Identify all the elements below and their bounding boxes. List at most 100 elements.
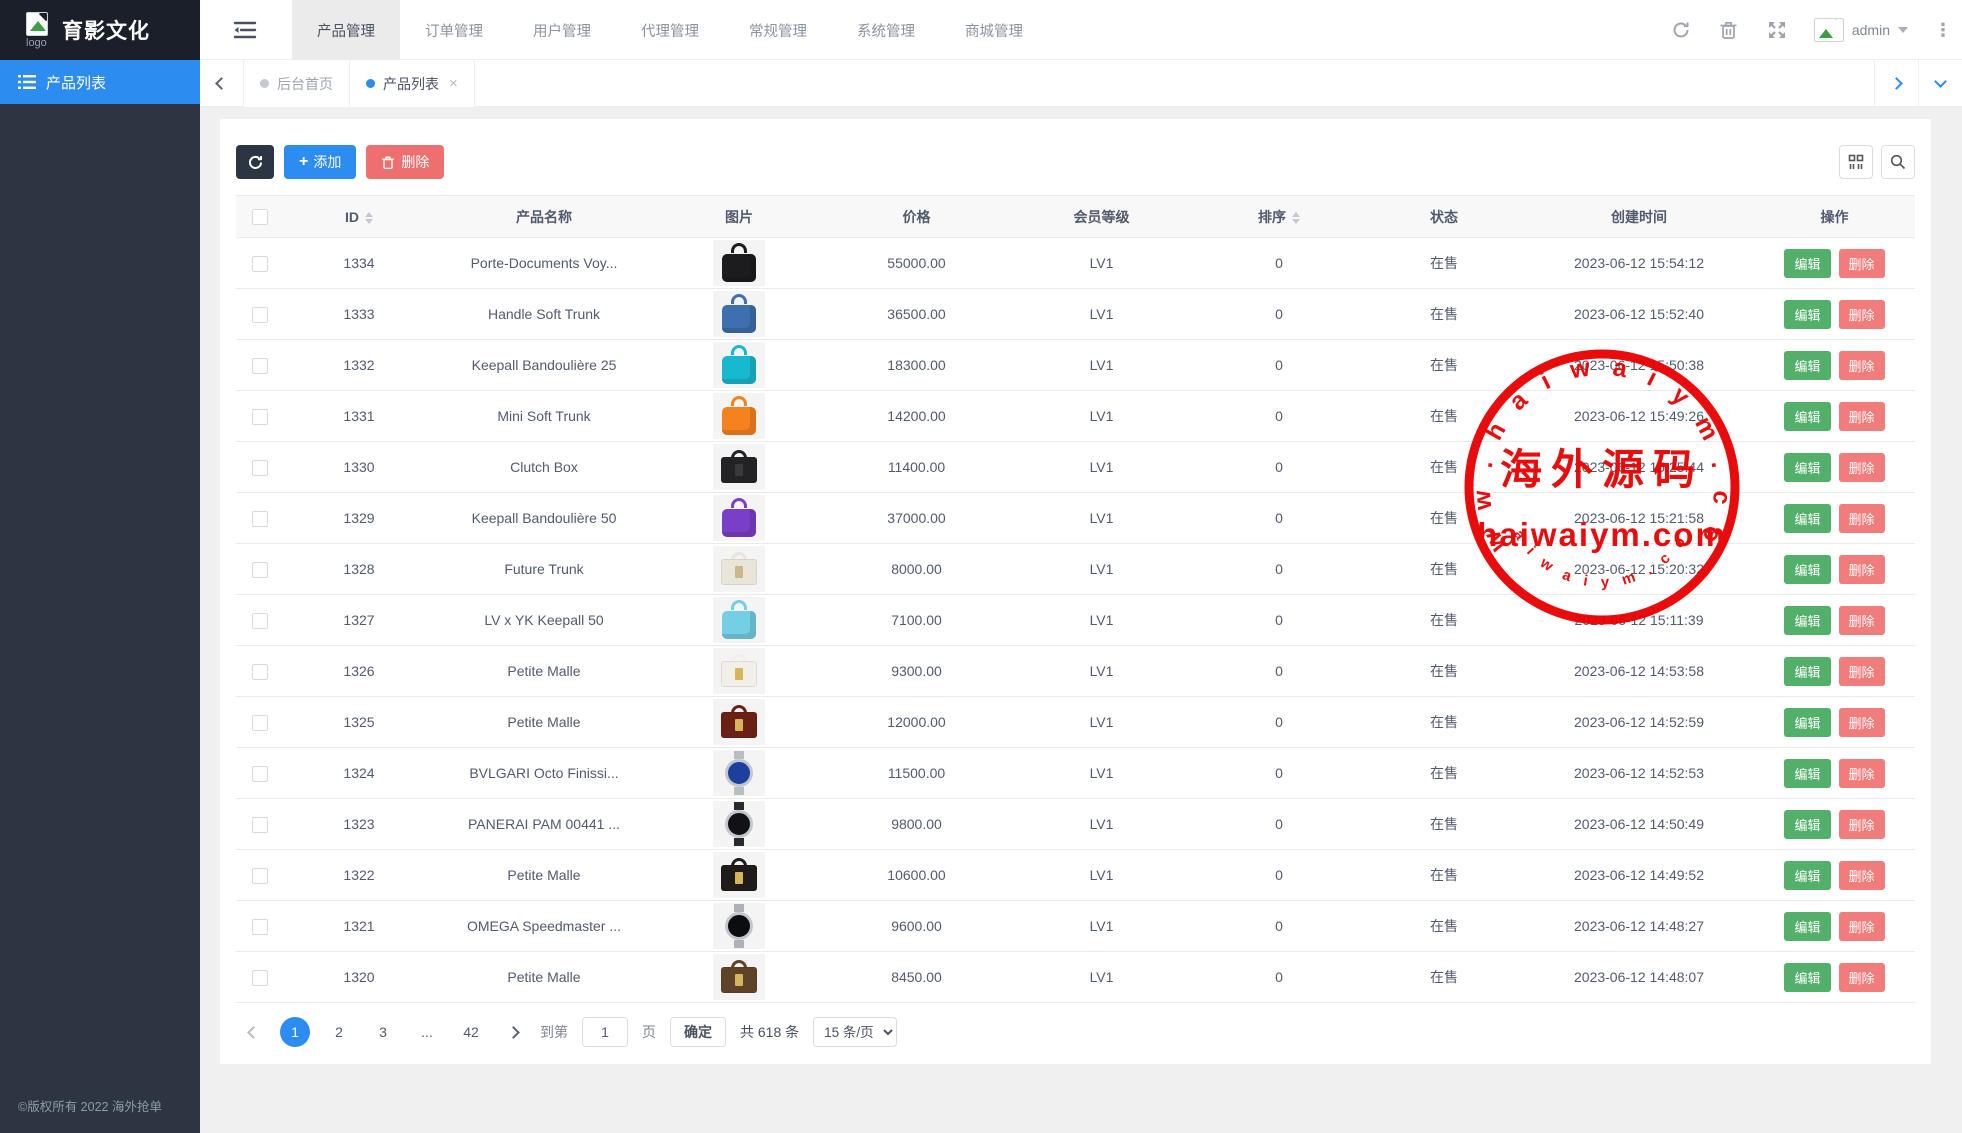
row-checkbox[interactable]: [252, 868, 268, 884]
edit-button[interactable]: 编辑: [1784, 759, 1830, 788]
close-icon[interactable]: ×: [449, 75, 458, 92]
edit-button[interactable]: 编辑: [1784, 861, 1830, 890]
edit-button[interactable]: 编辑: [1784, 504, 1830, 533]
row-checkbox[interactable]: [252, 664, 268, 680]
product-id: 1321: [284, 901, 434, 952]
tabs-dropdown[interactable]: [1918, 60, 1962, 107]
prev-page-button[interactable]: [240, 1019, 266, 1045]
row-checkbox[interactable]: [252, 970, 268, 986]
edit-button[interactable]: 编辑: [1784, 912, 1830, 941]
row-checkbox[interactable]: [252, 511, 268, 527]
top-nav-item[interactable]: 商城管理: [940, 0, 1048, 60]
member-level: LV1: [1009, 646, 1194, 697]
column-header-sortable[interactable]: ID: [284, 196, 434, 238]
next-page-button[interactable]: [500, 1019, 526, 1045]
row-checkbox[interactable]: [252, 256, 268, 272]
delete-row-button[interactable]: 删除: [1839, 504, 1885, 533]
member-level: LV1: [1009, 850, 1194, 901]
trash-icon[interactable]: [1718, 19, 1740, 41]
tabs-scroll-right[interactable]: [1874, 60, 1918, 107]
product-image: [713, 699, 765, 745]
tab-dot: [366, 79, 375, 88]
delete-row-button[interactable]: 删除: [1839, 759, 1885, 788]
delete-row-button[interactable]: 删除: [1839, 708, 1885, 737]
edit-button[interactable]: 编辑: [1784, 606, 1830, 635]
row-checkbox[interactable]: [252, 562, 268, 578]
delete-row-button[interactable]: 删除: [1839, 912, 1885, 941]
delete-row-button[interactable]: 删除: [1839, 453, 1885, 482]
product-price: 8450.00: [824, 952, 1009, 1003]
row-checkbox[interactable]: [252, 766, 268, 782]
tab-product-list[interactable]: 产品列表 ×: [350, 60, 475, 107]
column-header-sortable[interactable]: 排序: [1194, 196, 1364, 238]
delete-row-button[interactable]: 删除: [1839, 351, 1885, 380]
refresh-button[interactable]: [236, 145, 274, 179]
delete-row-button[interactable]: 删除: [1839, 963, 1885, 992]
sort-value: 0: [1194, 391, 1364, 442]
edit-button[interactable]: 编辑: [1784, 453, 1830, 482]
sort-value: 0: [1194, 748, 1364, 799]
edit-button[interactable]: 编辑: [1784, 249, 1830, 278]
batch-delete-button[interactable]: 删除: [366, 145, 444, 179]
top-nav-item[interactable]: 订单管理: [400, 0, 508, 60]
page-size-select[interactable]: 15 条/页: [813, 1017, 897, 1047]
delete-row-button[interactable]: 删除: [1839, 300, 1885, 329]
select-all-checkbox[interactable]: [252, 209, 268, 225]
row-checkbox[interactable]: [252, 307, 268, 323]
page-number[interactable]: 42: [456, 1017, 486, 1047]
more-menu-icon[interactable]: ⋮: [1934, 20, 1952, 41]
page-number[interactable]: 2: [324, 1017, 354, 1047]
top-nav-item[interactable]: 代理管理: [616, 0, 724, 60]
goto-page-input[interactable]: [582, 1017, 628, 1047]
delete-row-button[interactable]: 删除: [1839, 657, 1885, 686]
refresh-icon[interactable]: [1670, 19, 1692, 41]
confirm-button[interactable]: 确定: [670, 1017, 726, 1047]
menu-fold-icon[interactable]: [232, 17, 258, 43]
sort-icon[interactable]: [1292, 212, 1300, 224]
edit-button[interactable]: 编辑: [1784, 657, 1830, 686]
delete-row-button[interactable]: 删除: [1839, 606, 1885, 635]
page-number[interactable]: 1: [280, 1017, 310, 1047]
edit-button[interactable]: 编辑: [1784, 963, 1830, 992]
delete-row-button[interactable]: 删除: [1839, 555, 1885, 584]
fullscreen-icon[interactable]: [1766, 19, 1788, 41]
tab-home[interactable]: 后台首页: [244, 60, 350, 107]
page-number[interactable]: 3: [368, 1017, 398, 1047]
top-nav-item[interactable]: 系统管理: [832, 0, 940, 60]
search-button[interactable]: [1881, 145, 1915, 179]
product-price: 18300.00: [824, 340, 1009, 391]
sort-icon[interactable]: [365, 212, 373, 224]
delete-row-button[interactable]: 删除: [1839, 861, 1885, 890]
product-price: 36500.00: [824, 289, 1009, 340]
row-checkbox[interactable]: [252, 460, 268, 476]
edit-button[interactable]: 编辑: [1784, 300, 1830, 329]
edit-button[interactable]: 编辑: [1784, 810, 1830, 839]
edit-button[interactable]: 编辑: [1784, 402, 1830, 431]
top-nav-item[interactable]: 常规管理: [724, 0, 832, 60]
user-menu[interactable]: admin: [1814, 18, 1908, 42]
row-checkbox[interactable]: [252, 358, 268, 374]
edit-button[interactable]: 编辑: [1784, 351, 1830, 380]
row-checkbox[interactable]: [252, 409, 268, 425]
delete-row-button[interactable]: 删除: [1839, 810, 1885, 839]
top-navigation: 产品管理 订单管理 用户管理 代理管理 常规管理 系统管理 商城管理: [292, 0, 1048, 60]
add-button[interactable]: + 添加: [284, 145, 356, 179]
sidebar-item-product-list[interactable]: 产品列表: [0, 60, 200, 104]
columns-filter-button[interactable]: [1839, 145, 1873, 179]
sort-value: 0: [1194, 238, 1364, 289]
row-checkbox[interactable]: [252, 919, 268, 935]
edit-button[interactable]: 编辑: [1784, 708, 1830, 737]
top-nav-item[interactable]: 产品管理: [292, 0, 400, 60]
table-row: 1327 LV x YK Keepall 50 7100.00 LV1 0 在售…: [236, 595, 1915, 646]
row-checkbox[interactable]: [252, 715, 268, 731]
tabs-scroll-left[interactable]: [200, 60, 244, 107]
status-text: 在售: [1364, 697, 1524, 748]
delete-row-button[interactable]: 删除: [1839, 249, 1885, 278]
row-checkbox[interactable]: [252, 613, 268, 629]
delete-row-button[interactable]: 删除: [1839, 402, 1885, 431]
top-nav-item[interactable]: 用户管理: [508, 0, 616, 60]
table-row: 1325 Petite Malle 12000.00 LV1 0 在售 2023…: [236, 697, 1915, 748]
product-name: Keepall Bandoulière 50: [434, 493, 654, 544]
row-checkbox[interactable]: [252, 817, 268, 833]
edit-button[interactable]: 编辑: [1784, 555, 1830, 584]
